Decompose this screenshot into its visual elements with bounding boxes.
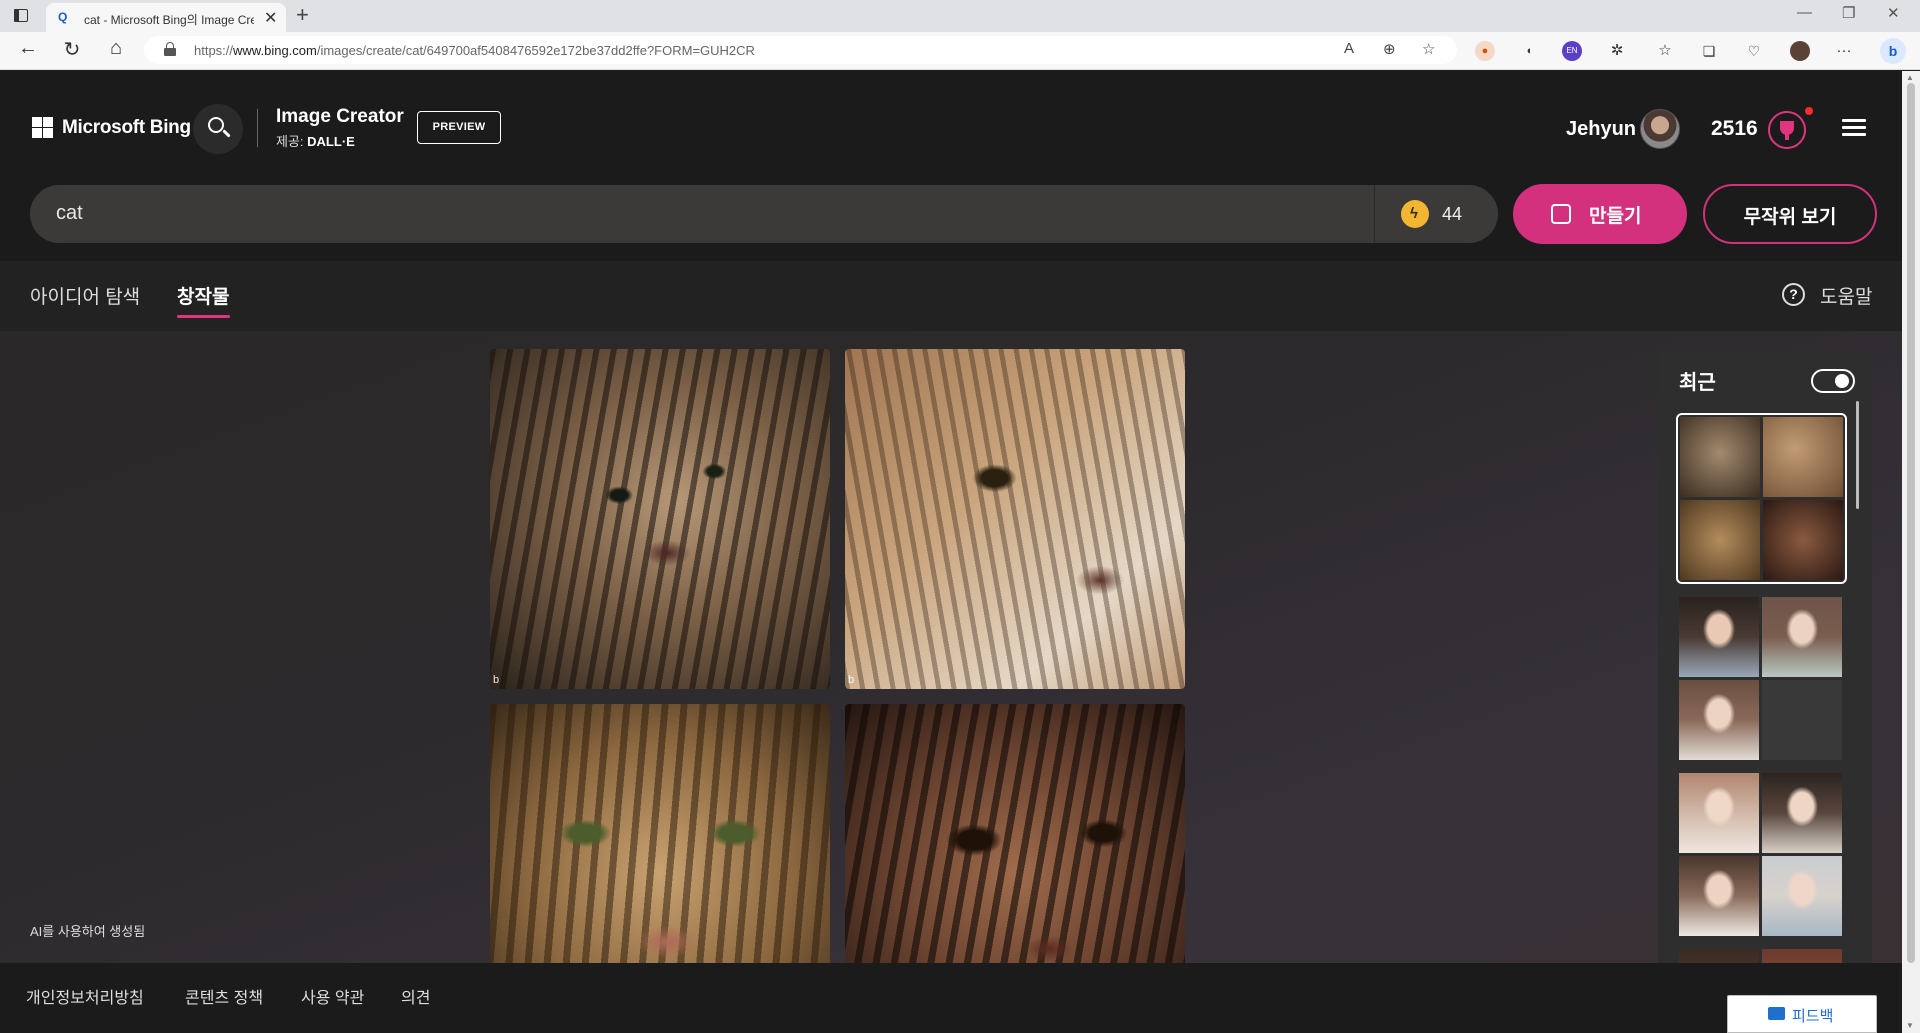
url-field[interactable]: https://www.bing.com/images/create/cat/6… <box>144 36 1457 64</box>
back-icon[interactable]: ← <box>14 37 42 60</box>
page: Microsoft Bing Image Creator 제공: DALL·E … <box>0 71 1902 1033</box>
browser-tab-title: cat - Microsoft Bing의 Image Creator <box>84 13 254 27</box>
page-header: Microsoft Bing Image Creator 제공: DALL·E … <box>0 71 1902 261</box>
privacy-link[interactable]: 개인정보처리방침 <box>26 984 144 1008</box>
bing-favicon-icon: Q <box>58 10 68 24</box>
generated-image[interactable]: b <box>845 349 1185 689</box>
tab-bar: 아이디어 탐색 창작물 ? 도움말 <box>0 261 1902 331</box>
recent-thumbnail <box>1679 773 1759 853</box>
recent-group[interactable] <box>1676 597 1847 761</box>
ai-generated-note: AI를 사용하여 생성됨 <box>30 924 146 939</box>
recent-thumbnail <box>1762 949 1842 963</box>
recent-group[interactable] <box>1676 773 1847 937</box>
help-link[interactable]: 도움말 <box>1820 282 1872 309</box>
terms-link[interactable]: 사용 약관 <box>301 984 364 1008</box>
bing-watermark-icon: b <box>493 674 500 686</box>
prompt-text[interactable]: cat <box>56 202 83 225</box>
rewards-trophy-icon[interactable] <box>1768 107 1813 149</box>
content-policy-link[interactable]: 콘텐츠 정책 <box>185 984 263 1008</box>
scroll-down-icon[interactable]: ▼ <box>1906 1021 1914 1030</box>
user-name[interactable]: Jehyun <box>1566 118 1636 141</box>
copilot-icon[interactable]: b <box>1880 38 1906 64</box>
new-tab-icon[interactable]: + <box>296 2 309 28</box>
address-bar: ← ↻ ⌂ https://www.bing.com/images/create… <box>0 32 1920 70</box>
search-button[interactable] <box>193 104 243 154</box>
recent-group[interactable] <box>1676 949 1847 963</box>
create-button[interactable]: 만들기 <box>1513 184 1687 244</box>
scroll-up-icon[interactable]: ▲ <box>1906 73 1914 82</box>
bing-watermark-icon: b <box>848 674 855 686</box>
recent-scrollbar[interactable] <box>1856 401 1859 509</box>
collections-icon[interactable]: ❏ <box>1699 41 1719 61</box>
tab-creations[interactable]: 창작물 <box>177 282 229 309</box>
extension-icon[interactable]: ◐ <box>1520 41 1540 61</box>
header-divider <box>257 109 258 147</box>
recent-thumbnail <box>1763 417 1843 497</box>
provider-label: 제공: DALL·E <box>276 134 355 149</box>
close-tab-icon[interactable]: ✕ <box>264 8 277 28</box>
read-aloud-icon[interactable]: A <box>1344 40 1354 57</box>
performance-icon[interactable]: ♡ <box>1744 41 1764 61</box>
recent-thumbnail <box>1679 856 1759 936</box>
lock-icon[interactable] <box>164 42 176 56</box>
results-area: b b AI를 사용하여 생성됨 <box>0 331 1902 1033</box>
help-icon[interactable]: ? <box>1782 283 1805 306</box>
create-brush-icon <box>1551 204 1571 224</box>
favorites-icon[interactable]: ☆ <box>1655 41 1675 61</box>
tab-explore-ideas[interactable]: 아이디어 탐색 <box>30 282 140 309</box>
empty-thumbnail-slot <box>1762 680 1842 760</box>
zoom-icon[interactable]: ⊕ <box>1383 40 1396 58</box>
url-text: https://www.bing.com/images/create/cat/6… <box>194 43 755 58</box>
recent-thumbnail <box>1679 680 1759 760</box>
recent-title: 최근 <box>1679 372 1716 394</box>
windows-logo-icon <box>32 117 42 127</box>
notification-dot <box>1805 107 1813 115</box>
app-title: Image Creator <box>276 106 404 127</box>
restore-icon[interactable]: ❐ <box>1842 4 1855 22</box>
scrollbar-thumb[interactable] <box>1907 83 1915 963</box>
chat-bubble-icon <box>1768 1007 1785 1020</box>
browser-tab[interactable]: Q cat - Microsoft Bing의 Image Creator ✕ <box>46 3 286 32</box>
extensions-icon[interactable]: ✲ <box>1607 41 1627 61</box>
boost-bolt-icon[interactable]: ϟ <box>1401 200 1429 228</box>
home-icon[interactable]: ⌂ <box>102 37 130 60</box>
refresh-icon[interactable]: ↻ <box>58 37 86 62</box>
avatar[interactable] <box>1640 109 1680 149</box>
brand-name: Microsoft Bing <box>62 117 191 138</box>
tab-actions-icon[interactable] <box>12 7 30 25</box>
more-icon[interactable]: ··· <box>1834 41 1854 61</box>
hamburger-menu-icon[interactable] <box>1842 119 1866 137</box>
recent-thumbnail <box>1679 597 1759 677</box>
profile-avatar-icon[interactable] <box>1790 41 1810 61</box>
recent-thumbnail <box>1762 597 1842 677</box>
feedback-button[interactable]: 피드백 <box>1727 995 1877 1033</box>
extension-icon[interactable]: ● <box>1475 41 1495 61</box>
favorite-star-icon[interactable]: ☆ <box>1422 40 1435 58</box>
generated-image[interactable]: b <box>490 349 830 689</box>
browser-tab-bar: Q cat - Microsoft Bing의 Image Creator ✕ … <box>0 0 1920 32</box>
translator-extension-icon[interactable]: EN <box>1562 41 1582 61</box>
footer: 개인정보처리방침 콘텐츠 정책 사용 약관 의견 피드백 <box>0 963 1902 1033</box>
recent-thumbnail <box>1763 500 1843 580</box>
minimize-icon[interactable]: — <box>1797 4 1812 21</box>
prompt-divider <box>1374 185 1375 243</box>
recent-thumbnail <box>1680 500 1760 580</box>
surprise-me-button[interactable]: 무작위 보기 <box>1703 184 1877 244</box>
recent-thumbnail <box>1762 773 1842 853</box>
recent-thumbnail <box>1680 417 1760 497</box>
recent-panel: 최근 <box>1658 351 1872 963</box>
recent-group-selected[interactable] <box>1676 413 1847 584</box>
page-scrollbar[interactable]: ▲ ▼ <box>1902 71 1920 1033</box>
preview-badge: PREVIEW <box>417 111 501 144</box>
close-window-icon[interactable]: ✕ <box>1887 4 1900 22</box>
prompt-input[interactable]: cat ϟ 44 <box>30 185 1498 243</box>
recent-thumbnail <box>1762 856 1842 936</box>
rewards-points[interactable]: 2516 <box>1711 117 1758 141</box>
active-tab-indicator <box>177 315 230 318</box>
recent-thumbnail <box>1679 949 1759 963</box>
recent-toggle[interactable] <box>1811 369 1855 393</box>
feedback-link[interactable]: 의견 <box>401 984 430 1008</box>
boost-count: 44 <box>1442 204 1463 224</box>
